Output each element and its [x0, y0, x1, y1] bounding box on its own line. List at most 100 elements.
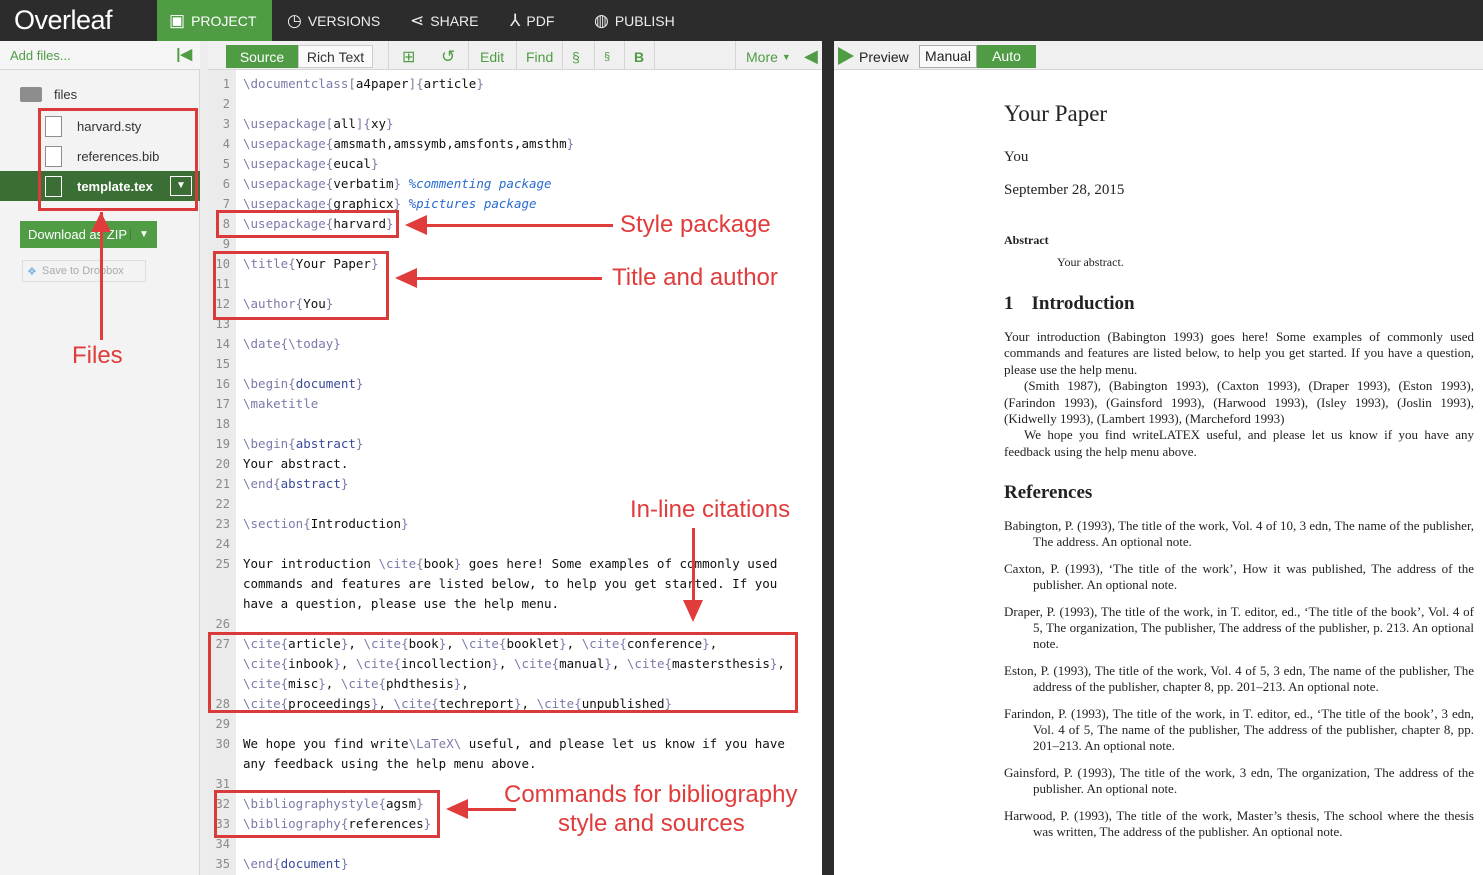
source-mode-button[interactable]: Source: [226, 45, 298, 68]
title-author-arrow: [416, 277, 602, 280]
nav-project[interactable]: ▣ PROJECT: [157, 0, 272, 41]
code-line[interactable]: Your introduction \cite{book} goes here!…: [243, 554, 777, 574]
reference-entry: Gainsford, P. (1993), The title of the w…: [1004, 764, 1474, 797]
nav-project-label: PROJECT: [191, 12, 257, 29]
toolbar-divider: [594, 41, 595, 70]
code-line[interactable]: \date{\today}: [243, 334, 341, 354]
line-number: 23: [215, 517, 230, 531]
code-line[interactable]: \usepackage{verbatim} %commenting packag…: [243, 174, 552, 194]
citations-arrow: [692, 528, 695, 600]
line-number: 6: [222, 177, 230, 191]
nav-share-label: SHARE: [430, 12, 479, 29]
pdf-abstract-text: Your abstract.: [1057, 255, 1124, 269]
collapse-sidebar-icon[interactable]: |◀: [176, 45, 192, 63]
title-author-annotation: Title and author: [612, 264, 778, 291]
dropbox-label: Save to Dropbox: [41, 265, 124, 277]
nav-versions[interactable]: ◷ VERSIONS: [275, 0, 390, 41]
line-number: 30: [215, 737, 230, 751]
line-number: 35: [215, 857, 230, 871]
code-line[interactable]: \usepackage{eucal}: [243, 154, 378, 174]
preview-button[interactable]: Preview: [859, 49, 909, 65]
manual-compile-button[interactable]: Manual: [919, 45, 977, 68]
code-line[interactable]: We hope you find write\LaTeX\ useful, an…: [243, 734, 785, 754]
toolbar-divider: [516, 41, 517, 70]
style-package-annotation: Style package: [620, 211, 771, 238]
files-annotation: Files: [72, 342, 123, 369]
nav-share[interactable]: ⋖ SHARE: [398, 0, 493, 41]
code-line[interactable]: \begin{document}: [243, 374, 363, 394]
globe-icon: ◍: [594, 10, 609, 30]
line-number: 19: [215, 437, 230, 451]
pdf-title: Your Paper: [1004, 101, 1108, 126]
subsection-button[interactable]: §: [598, 45, 616, 68]
line-number: 24: [215, 537, 230, 551]
add-files-link[interactable]: Add files...: [10, 48, 71, 63]
download-zip-button[interactable]: Download as ZIP ▼: [20, 221, 157, 248]
section-number: 1: [1004, 293, 1014, 314]
edit-button[interactable]: Edit: [474, 45, 510, 68]
citations-highlight-box: [208, 632, 798, 713]
code-line[interactable]: \end{document}: [243, 854, 348, 874]
auto-compile-button[interactable]: Auto: [977, 45, 1036, 68]
play-icon[interactable]: [838, 47, 854, 65]
nav-pdf-label: PDF: [526, 12, 555, 29]
nav-publish-label: PUBLISH: [614, 12, 675, 29]
toolbar-divider: [624, 41, 625, 70]
bibliography-annotation-line2: style and sources: [558, 810, 745, 837]
intro-paragraph: Your introduction (Babington 1993) goes …: [1004, 329, 1474, 377]
code-line[interactable]: \end{abstract}: [243, 474, 348, 494]
toolbar-divider: [468, 41, 469, 70]
code-line[interactable]: \usepackage{amsmath,amssymb,amsfonts,ams…: [243, 134, 574, 154]
nav-pdf[interactable]: ⅄ PDF: [498, 0, 578, 41]
pdf-date: September 28, 2015: [1004, 182, 1125, 198]
reference-entry: Harwood, P. (1993), The title of the wor…: [1004, 807, 1474, 840]
pdf-section-heading: 1 Introduction: [1004, 293, 1474, 315]
pdf-icon: ⅄: [510, 10, 521, 30]
code-line[interactable]: \begin{abstract}: [243, 434, 363, 454]
style-package-arrow: [426, 224, 613, 227]
preview-toolbar: Preview Manual Auto: [834, 41, 1483, 70]
code-line[interactable]: \documentclass[a4paper]{article}: [243, 74, 484, 94]
bibliography-annotation-line1: Commands for bibliography: [504, 781, 798, 808]
nav-versions-label: VERSIONS: [307, 12, 381, 29]
more-button[interactable]: More ▼: [740, 45, 797, 68]
line-number: 1: [222, 77, 230, 91]
line-number: 2: [222, 97, 230, 111]
clock-icon: ◷: [287, 10, 302, 30]
chevron-down-icon[interactable]: ▼: [130, 229, 157, 240]
nav-publish[interactable]: ◍ PUBLISH: [582, 0, 687, 41]
code-line[interactable]: \maketitle: [243, 394, 318, 414]
arrow-head-icon: [395, 268, 417, 288]
line-number: 17: [215, 397, 230, 411]
intro-citations: (Smith 1987), (Babington 1993), (Caxton …: [1004, 378, 1474, 427]
chevron-down-icon: ▼: [781, 51, 791, 62]
rich-text-mode-button[interactable]: Rich Text: [298, 45, 373, 68]
line-number: 29: [215, 717, 230, 731]
line-number: 21: [215, 477, 230, 491]
pdf-references-list: Babington, P. (1993), The title of the w…: [1004, 518, 1474, 851]
overleaf-app: Overleaf ▣ PROJECT ◷ VERSIONS ⋖ SHARE ⅄ PDF …: [0, 0, 1483, 875]
files-highlight-box: [38, 108, 198, 211]
folder-files[interactable]: files: [20, 87, 77, 102]
pdf-intro: Your introduction (Babington 1993) goes …: [1004, 329, 1474, 460]
save-to-dropbox-button[interactable]: ❖ Save to Dropbox: [22, 260, 146, 282]
code-line[interactable]: Your abstract.: [243, 454, 348, 474]
title-author-highlight-box: [213, 251, 389, 320]
pdf-author: You: [1004, 149, 1029, 165]
bold-button[interactable]: B: [628, 45, 650, 68]
pane-divider[interactable]: [822, 41, 834, 875]
insert-icon[interactable]: ⊞: [396, 45, 421, 68]
code-line[interactable]: commands and features are listed below, …: [243, 574, 777, 594]
collapse-editor-icon[interactable]: ◀: [798, 45, 824, 68]
line-number: 15: [215, 357, 230, 371]
section-button[interactable]: §: [566, 45, 586, 68]
code-line[interactable]: \section{Introduction}: [243, 514, 409, 534]
history-icon[interactable]: ↺: [435, 45, 461, 68]
code-area[interactable]: \documentclass[a4paper]{article} \usepack…: [236, 70, 822, 875]
code-line[interactable]: \usepackage[all]{xy}: [243, 114, 394, 134]
reference-entry: Eston, P. (1993), The title of the work,…: [1004, 662, 1474, 695]
overleaf-logo[interactable]: Overleaf: [14, 5, 113, 36]
code-line[interactable]: have a question, please use the help men…: [243, 594, 559, 614]
find-button[interactable]: Find: [520, 45, 559, 68]
code-line[interactable]: any feedback using the help menu above.: [243, 754, 537, 774]
